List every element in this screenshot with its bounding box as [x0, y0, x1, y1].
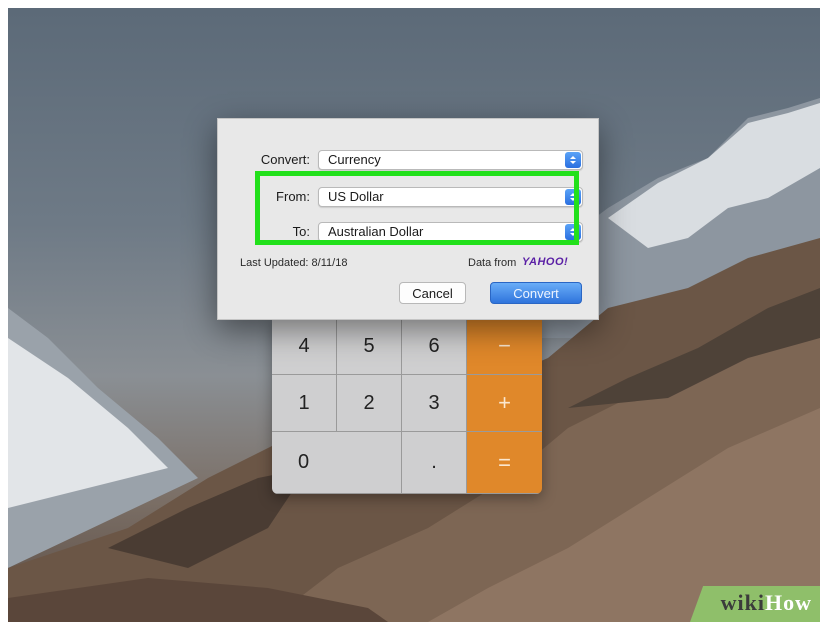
convert-button[interactable]: Convert [490, 282, 582, 304]
key-3[interactable]: 3 [402, 375, 467, 432]
key-plus[interactable]: + [467, 375, 542, 432]
convert-label: Convert: [260, 152, 310, 167]
yahoo-logo: YAHOO! [522, 256, 569, 268]
key-6[interactable]: 6 [402, 318, 467, 375]
last-updated-text: Last Updated: 8/11/18 [240, 257, 348, 269]
data-from-text: Data from [468, 257, 517, 269]
calculator-keypad: 4 5 6 − 1 2 3 + 0 . = [272, 318, 542, 494]
key-1[interactable]: 1 [272, 375, 337, 432]
key-decimal[interactable]: . [402, 432, 467, 494]
key-0[interactable]: 0 [272, 432, 402, 494]
watermark-part2: How [765, 590, 812, 615]
cancel-button[interactable]: Cancel [399, 282, 466, 304]
convert-type-popup[interactable]: Currency [318, 150, 583, 170]
watermark-part1: wiki [720, 590, 765, 615]
convert-dialog: Convert: Currency From: US Dollar To: Au… [217, 118, 599, 320]
key-5[interactable]: 5 [337, 318, 402, 375]
from-to-highlight-box [255, 171, 579, 245]
up-down-chevron-icon [565, 152, 581, 168]
key-2[interactable]: 2 [337, 375, 402, 432]
convert-type-value: Currency [328, 152, 381, 167]
key-minus[interactable]: − [467, 318, 542, 375]
key-equals[interactable]: = [467, 432, 542, 494]
wikihow-watermark: wikiHow [721, 590, 812, 616]
key-4[interactable]: 4 [272, 318, 337, 375]
